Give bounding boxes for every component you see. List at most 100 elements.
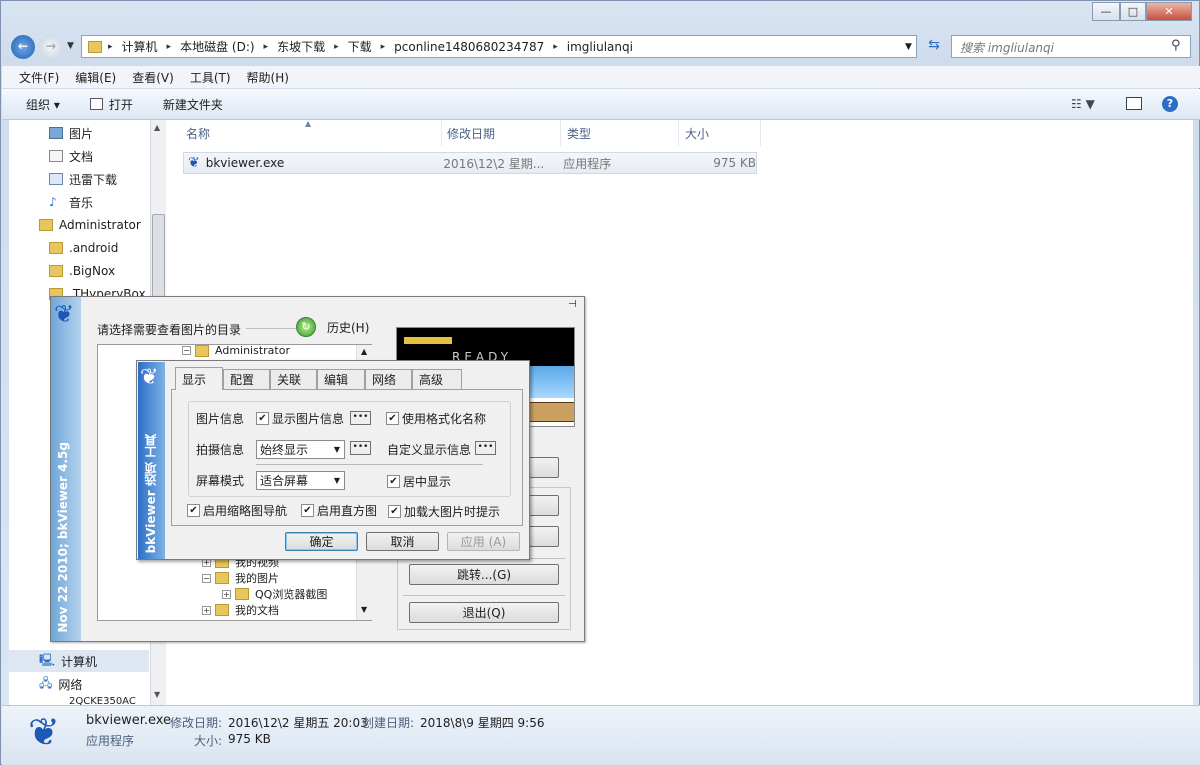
crumb-separator-icon: ▸ <box>108 41 113 52</box>
menu-bar: 文件(F) 编辑(E) 查看(V) 工具(T) 帮助(H) <box>2 66 1200 88</box>
user-folder-icon <box>39 219 53 231</box>
column-type[interactable]: 类型 <box>561 120 679 146</box>
custom-info-more-button[interactable]: ••• <box>475 441 496 455</box>
scroll-down-icon[interactable]: ▼ <box>154 690 160 699</box>
breadcrumb-item[interactable]: 东坡下载 <box>277 38 325 55</box>
music-icon: ♪ <box>49 195 57 209</box>
open-button[interactable]: 打开 <box>109 96 133 113</box>
tree-node[interactable]: + 我的文档 <box>202 602 279 618</box>
menu-edit[interactable]: 编辑(E) <box>75 69 116 86</box>
menu-help[interactable]: 帮助(H) <box>247 69 289 86</box>
scroll-up-icon[interactable]: ▲ <box>361 347 367 356</box>
nav-item-bignox[interactable]: .BigNox <box>49 260 115 282</box>
maximize-button[interactable]: □ <box>1120 2 1146 21</box>
organize-button[interactable]: 组织 ▾ <box>26 96 60 113</box>
sort-ascending-icon: ▲ <box>305 119 312 128</box>
history-icon[interactable]: ↻ <box>296 317 316 337</box>
options-side-text: bkViewer 选项 工具 <box>144 433 158 553</box>
search-icon[interactable]: ⚲ <box>1171 38 1181 53</box>
jump-button[interactable]: 跳转...(G) <box>409 564 559 585</box>
shoot-info-select[interactable]: 始终显示 ▼ <box>256 440 345 459</box>
menu-tools[interactable]: 工具(T) <box>190 69 231 86</box>
tab-network[interactable]: 网络 <box>365 369 412 389</box>
tab-config[interactable]: 配置 <box>223 369 270 389</box>
scroll-up-icon[interactable]: ▲ <box>154 123 160 132</box>
minimize-button[interactable]: — <box>1092 2 1120 21</box>
divider <box>256 464 483 465</box>
column-date[interactable]: 修改日期 <box>441 120 561 146</box>
preview-pane-icon[interactable] <box>1126 97 1142 110</box>
tree-node[interactable]: − 我的图片 <box>202 570 279 586</box>
butterfly-icon: ❦ <box>28 710 60 754</box>
nav-item-documents[interactable]: 文档 <box>49 145 93 167</box>
nav-item-android[interactable]: .android <box>49 237 118 259</box>
butterfly-icon: ❦ <box>188 155 200 171</box>
new-folder-button[interactable]: 新建文件夹 <box>163 96 223 113</box>
screen-mode-select[interactable]: 适合屏幕 ▼ <box>256 471 345 490</box>
help-icon[interactable]: ? <box>1162 96 1178 112</box>
butterfly-icon: ❦ <box>140 365 159 390</box>
breadcrumb-item[interactable]: 下载 <box>348 38 372 55</box>
tab-edit[interactable]: 编辑 <box>317 369 365 389</box>
recent-pages-icon[interactable]: ▼ <box>67 41 74 51</box>
histogram-checkbox[interactable]: ✔ 启用直方图 <box>301 502 377 519</box>
bkviewer-sidebar: ❦ Nov 22 2010; bkViewer 4.5g <box>51 297 81 641</box>
file-row[interactable]: ❦ bkviewer.exe 2016\12\2 星期... 应用程序 975 … <box>183 152 757 174</box>
center-display-checkbox[interactable]: ✔ 居中显示 <box>387 473 451 490</box>
nav-item-administrator[interactable]: Administrator <box>39 214 141 236</box>
pic-info-more-button[interactable]: ••• <box>350 411 371 425</box>
tree-node[interactable]: − Administrator <box>182 344 290 357</box>
menu-file[interactable]: 文件(F) <box>19 69 59 86</box>
breadcrumb-item[interactable]: imgliulanqi <box>567 40 633 54</box>
thumb-nav-checkbox[interactable]: ✔ 启用缩略图导航 <box>187 502 287 519</box>
nav-item-computer[interactable]: 🖳 计算机 <box>9 650 149 672</box>
documents-icon <box>49 150 63 162</box>
show-pic-info-checkbox[interactable]: ✔ 显示图片信息 <box>256 410 344 427</box>
breadcrumb-item[interactable]: pconline1480680234787 <box>394 40 544 54</box>
refresh-icon[interactable]: ⇆ <box>923 37 945 57</box>
format-name-checkbox[interactable]: ✔ 使用格式化名称 <box>386 410 486 427</box>
close-button[interactable]: ✕ <box>1146 2 1192 21</box>
breadcrumb-item[interactable]: 本地磁盘 (D:) <box>180 38 254 55</box>
back-arrow-icon[interactable]: ← <box>11 35 35 59</box>
details-type: 应用程序 <box>86 734 135 748</box>
crumb-separator-icon: ▸ <box>166 41 172 52</box>
details-modified-label: 修改日期: <box>170 716 223 730</box>
address-dropdown-icon[interactable]: ▼ <box>905 42 912 52</box>
shoot-info-more-button[interactable]: ••• <box>350 441 371 455</box>
exit-button[interactable]: 退出(Q) <box>409 602 559 623</box>
tab-display[interactable]: 显示 <box>175 367 223 390</box>
network-icon: 🖧 <box>39 675 53 690</box>
nav-item-music[interactable]: ♪ 音乐 <box>49 191 93 213</box>
nav-item-pictures[interactable]: 图片 <box>49 122 93 144</box>
nav-item-thunder[interactable]: 迅雷下载 <box>49 168 117 190</box>
forward-arrow-icon[interactable]: → <box>39 35 63 59</box>
scroll-down-icon[interactable]: ▼ <box>361 605 367 614</box>
nav-item-host[interactable]: 2QCKE350AC <box>69 697 136 705</box>
pic-info-label: 图片信息 <box>196 412 245 426</box>
nav-item-network[interactable]: 🖧 网络 <box>39 673 82 695</box>
breadcrumb-item[interactable]: 计算机 <box>122 38 158 55</box>
screen-mode-label: 屏幕模式 <box>196 474 245 488</box>
ok-button[interactable]: 确定 <box>285 532 358 551</box>
apply-button[interactable]: 应用 (A) <box>447 532 520 551</box>
address-bar[interactable]: ▸ 计算机 ▸ 本地磁盘 (D:) ▸ 东坡下载 ▸ 下载 ▸ pconline… <box>81 35 917 58</box>
tab-association[interactable]: 关联 <box>270 369 317 389</box>
details-file-name: bkviewer.exe <box>86 713 172 728</box>
search-input[interactable]: 搜索 imgliulanqi <box>951 35 1191 58</box>
tree-node[interactable]: + QQ浏览器截图 <box>222 586 327 602</box>
tab-advanced[interactable]: 高级 <box>412 369 462 389</box>
pin-icon[interactable]: ⊣ <box>568 299 577 310</box>
butterfly-icon: ❦ <box>54 300 75 328</box>
details-created: 2018\8\9 星期四 9:56 <box>420 716 545 730</box>
column-size[interactable]: 大小 <box>679 120 761 146</box>
nav-scrollbar-thumb[interactable] <box>152 214 165 304</box>
pictures-icon <box>49 127 63 139</box>
view-options-icon[interactable]: ☷ ▼ <box>1071 97 1095 111</box>
big-pic-hint-checkbox[interactable]: ✔ 加载大图片时提示 <box>388 503 500 520</box>
file-date: 2016\12\2 星期... <box>443 156 545 171</box>
menu-view[interactable]: 查看(V) <box>132 69 174 86</box>
cancel-button[interactable]: 取消 <box>366 532 439 551</box>
details-size: 975 KB <box>228 732 271 746</box>
history-button[interactable]: 历史(H) <box>327 319 369 336</box>
